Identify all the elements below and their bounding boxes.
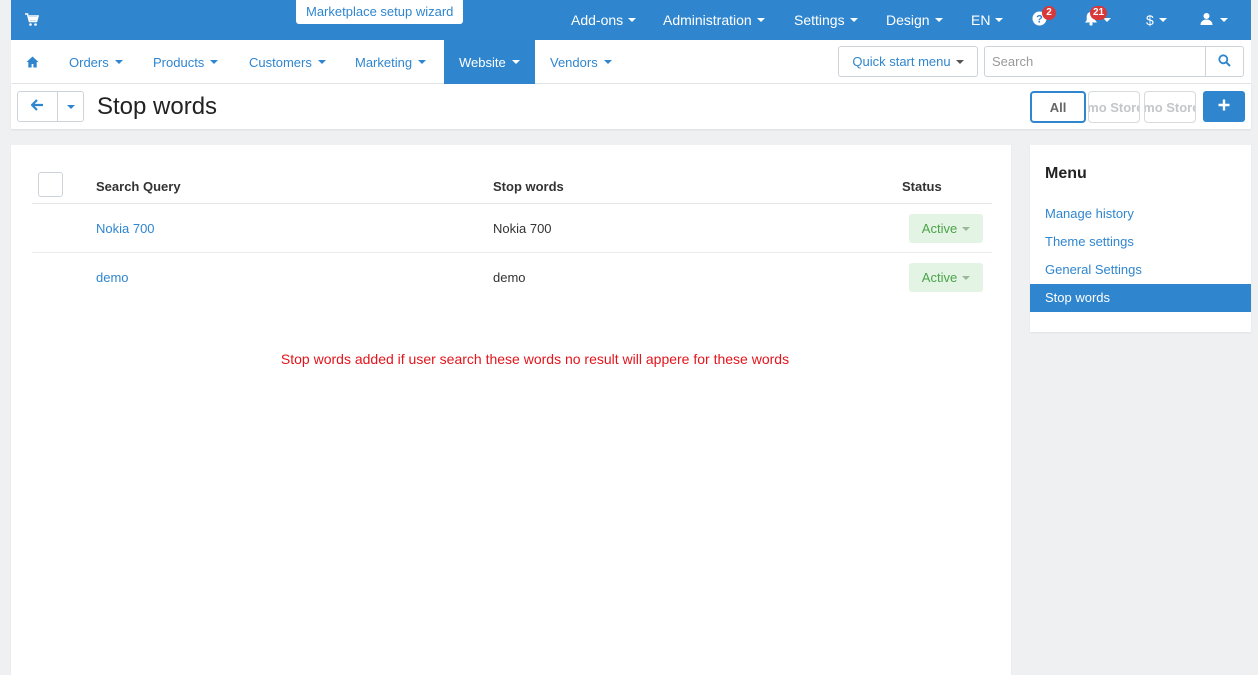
status-dropdown[interactable]: Active [909,214,983,243]
design-label: Design [886,12,930,28]
side-menu-theme-settings[interactable]: Theme settings [1030,228,1251,256]
stop-words-panel: Search Query Stop words Status Nokia 700… [11,145,1011,675]
nav-customers[interactable]: Customers [249,40,326,84]
help-menu[interactable]: ? 2 [1032,0,1056,40]
chevron-down-icon [317,60,326,64]
user-icon [1200,12,1213,28]
store-demo-button[interactable]: Demo Store [1088,91,1140,123]
design-menu[interactable]: Design [886,0,943,40]
nav-marketing-label: Marketing [355,54,413,70]
chevron-down-icon [934,18,943,22]
chevron-down-icon [962,275,971,280]
arrow-left-icon [30,99,44,114]
search-query-link[interactable]: demo [96,270,129,285]
stop-words-notice: Stop words added if user search these wo… [280,351,790,367]
status-label: Active [921,270,958,285]
column-stop-words: Stop words [493,179,564,194]
stop-words-value: Nokia 700 [493,221,552,236]
table-header: Search Query Stop words Status [32,170,992,204]
chevron-down-icon [511,60,520,64]
top-bar: Marketplace setup wizard Add-ons Adminis… [11,0,1251,40]
settings-label: Settings [794,12,845,28]
chevron-down-icon [418,60,427,64]
nav-orders[interactable]: Orders [69,40,123,84]
home-icon[interactable] [26,40,39,84]
store-demo-button[interactable]: Demo Store [1144,91,1196,123]
language-label: EN [971,12,991,28]
app: Marketplace setup wizard Add-ons Adminis… [11,0,1251,675]
plus-icon [1218,99,1230,114]
search-query-link[interactable]: Nokia 700 [96,221,155,236]
store-demo-label: Demo Store [1088,99,1139,115]
chevron-down-icon [962,226,971,231]
status-dropdown[interactable]: Active [909,263,983,292]
addons-menu[interactable]: Add-ons [571,0,637,40]
nav-products[interactable]: Products [153,40,219,84]
administration-label: Administration [663,12,752,28]
chevron-down-icon [1220,18,1228,22]
nav-orders-label: Orders [69,54,109,70]
nav-vendors[interactable]: Vendors [550,40,612,84]
store-demo-label: Demo Store [1144,99,1195,115]
chevron-down-icon [1158,18,1167,22]
nav-website-label: Website [459,54,506,70]
chevron-down-icon [955,59,964,64]
chevron-down-icon [628,18,637,22]
quick-start-label: Quick start menu [852,54,951,69]
notifications-menu[interactable]: 21 [1084,0,1118,40]
side-menu-stop-words[interactable]: Stop words [1030,284,1251,312]
nav-products-label: Products [153,54,205,70]
side-menu-title: Menu [1045,165,1087,182]
search-input[interactable] [984,46,1205,77]
status-label: Active [921,221,958,236]
select-all-checkbox[interactable] [38,172,63,197]
nav-website[interactable]: Website [444,40,535,84]
store-all-button[interactable]: All [1030,91,1086,123]
quick-start-menu-button[interactable]: Quick start menu [838,46,978,77]
notifications-badge: 21 [1090,6,1108,20]
stop-words-value: demo [493,270,526,285]
search-button[interactable] [1205,46,1244,77]
page-title: Stop words [97,93,218,120]
side-menu-general-settings[interactable]: General Settings [1030,256,1251,284]
search-icon [1218,53,1231,70]
currency-menu[interactable]: $ [1146,0,1167,40]
side-menu-manage-history[interactable]: Manage history [1030,200,1251,228]
administration-menu[interactable]: Administration [663,0,765,40]
table-row: Nokia 700 Nokia 700 Active [32,204,992,253]
cart-icon[interactable] [25,13,40,27]
add-stop-word-button[interactable] [1203,91,1245,122]
nav-vendors-label: Vendors [550,54,598,70]
nav-marketing[interactable]: Marketing [355,40,427,84]
table-row: demo demo Active [32,253,992,302]
help-badge: 2 [1042,6,1056,20]
chevron-down-icon [114,60,123,64]
column-search-query: Search Query [96,179,181,194]
back-button[interactable] [17,91,58,122]
page-header: Stop words All Demo Store Demo Store [11,84,1251,129]
addons-label: Add-ons [571,12,624,28]
currency-label: $ [1146,12,1154,28]
user-menu[interactable] [1200,0,1228,40]
nav-customers-label: Customers [249,54,312,70]
main-nav: Orders Products Customers Marketing Webs… [11,40,1251,84]
back-dropdown-button[interactable] [57,91,84,122]
chevron-down-icon [756,18,765,22]
setup-wizard-button[interactable]: Marketplace setup wizard [296,0,464,24]
chevron-down-icon [849,18,858,22]
chevron-down-icon [995,18,1004,22]
chevron-down-icon [603,60,612,64]
language-menu[interactable]: EN [971,0,1004,40]
side-menu: Menu Manage history Theme settings Gener… [1030,145,1251,332]
chevron-down-icon [66,104,75,109]
settings-menu[interactable]: Settings [794,0,858,40]
chevron-down-icon [210,60,219,64]
column-status: Status [902,179,942,194]
